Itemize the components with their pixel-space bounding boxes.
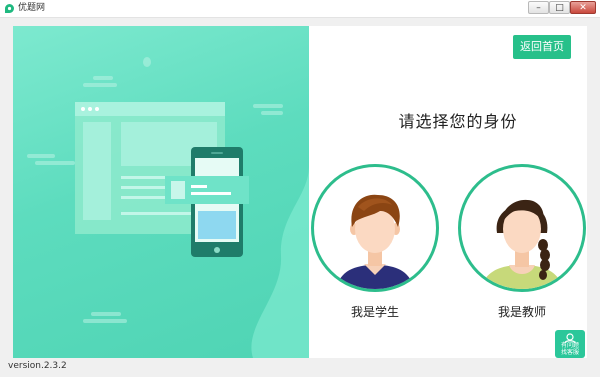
version-label: version.2.3.2: [8, 361, 67, 371]
student-label: 我是学生: [350, 305, 399, 319]
illustration-graphic: [27, 26, 309, 358]
window-title: 优题网: [18, 3, 46, 13]
student-avatar-button[interactable]: [311, 164, 439, 292]
help-line1: 有问题: [560, 342, 579, 349]
page-title: 请选择您的身份: [398, 112, 518, 131]
app-logo-icon: [5, 4, 14, 14]
close-button[interactable]: ✕: [570, 1, 596, 14]
teacher-label: 我是教师: [497, 305, 546, 319]
back-home-button[interactable]: 返回首页: [513, 35, 571, 59]
maximize-button[interactable]: □: [549, 1, 570, 14]
student-avatar-icon: [336, 194, 414, 289]
teacher-avatar-button[interactable]: [458, 164, 586, 292]
teacher-avatar-icon: [481, 199, 563, 289]
illustration-panel: [13, 26, 309, 358]
role-card-teacher[interactable]: 我是教师: [458, 164, 586, 320]
title-bar: 优题网 – □ ✕: [0, 0, 600, 18]
help-line2: 找客服: [560, 349, 579, 356]
main-frame: 返回首页 请选择您的身份 我是学生 我是教师 有问题 找客服: [13, 26, 587, 358]
role-card-student[interactable]: 我是学生: [311, 164, 439, 320]
customer-service-button[interactable]: 有问题 找客服: [555, 330, 585, 358]
minimize-button[interactable]: –: [528, 1, 549, 14]
